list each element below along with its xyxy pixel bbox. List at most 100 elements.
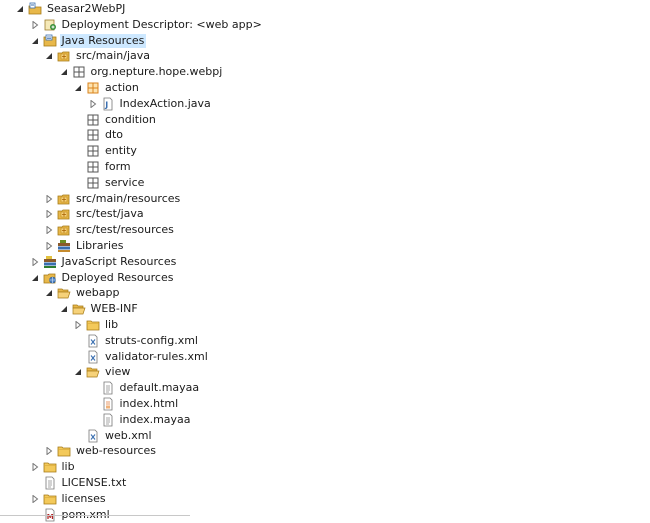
expand-arrow-icon[interactable] bbox=[72, 317, 84, 333]
tree-item-form[interactable]: form bbox=[72, 159, 133, 175]
tree-item-label: condition bbox=[105, 112, 156, 126]
tree-item-label: webapp bbox=[76, 286, 120, 300]
source-folder-icon bbox=[57, 207, 71, 221]
tree-item-label: src/test/resources bbox=[76, 223, 174, 237]
tree-item-label: web.xml bbox=[105, 428, 152, 442]
tree-item-src-test-java[interactable]: src/test/java bbox=[43, 206, 146, 222]
expand-arrow-icon[interactable] bbox=[43, 191, 55, 207]
folder-icon bbox=[86, 318, 100, 332]
tree-item-label: action bbox=[105, 81, 139, 94]
tree-item-label: index.mayaa bbox=[119, 412, 191, 426]
text-file-icon bbox=[43, 476, 57, 490]
tree-item-action[interactable]: action bbox=[72, 80, 141, 96]
package-icon bbox=[86, 113, 100, 127]
collapse-arrow-icon[interactable] bbox=[58, 301, 70, 317]
xml-file-icon bbox=[86, 350, 100, 364]
expand-arrow-icon[interactable] bbox=[29, 17, 41, 33]
tree-item-index-mayaa[interactable]: index.mayaa bbox=[87, 412, 193, 428]
descriptor-icon bbox=[43, 18, 57, 32]
tree-item-java-resources[interactable]: Java Resources bbox=[29, 33, 147, 49]
tree-item-label: service bbox=[105, 175, 145, 189]
expand-arrow-icon[interactable] bbox=[43, 206, 55, 222]
tree-item-label: lib bbox=[61, 460, 75, 474]
text-file-icon bbox=[101, 381, 115, 395]
tree-item-lib[interactable]: lib bbox=[72, 317, 120, 333]
tree-item-licenses[interactable]: licenses bbox=[29, 491, 108, 507]
xml-file-icon bbox=[86, 334, 100, 348]
source-folder-icon bbox=[57, 223, 71, 237]
expand-arrow-icon[interactable] bbox=[29, 254, 41, 270]
collapse-arrow-icon[interactable] bbox=[58, 64, 70, 80]
tree-item-src-main-java[interactable]: src/main/java bbox=[43, 48, 152, 64]
tree-item-libraries[interactable]: Libraries bbox=[43, 238, 126, 254]
tree-item-label: src/main/java bbox=[76, 49, 151, 63]
tree-item-condition[interactable]: condition bbox=[72, 112, 158, 128]
expand-arrow-icon[interactable] bbox=[87, 96, 99, 112]
collapse-arrow-icon[interactable] bbox=[43, 48, 55, 64]
source-folder-icon bbox=[57, 49, 71, 63]
package-icon bbox=[86, 160, 100, 174]
tree-item-entity[interactable]: entity bbox=[72, 143, 139, 159]
tree-item-label: JavaScript Resources bbox=[61, 254, 177, 268]
tree-item-web-resources[interactable]: web-resources bbox=[43, 443, 158, 459]
collapse-arrow-icon[interactable] bbox=[72, 80, 84, 96]
tree-item-view[interactable]: view bbox=[72, 364, 132, 380]
tree-item-index-html[interactable]: index.html bbox=[87, 396, 181, 412]
java-file-icon: J bbox=[101, 97, 115, 111]
collapse-arrow-icon[interactable] bbox=[29, 33, 41, 49]
folder-icon bbox=[57, 444, 71, 458]
tree-item-label: src/main/resources bbox=[76, 191, 181, 205]
collapse-arrow-icon[interactable] bbox=[72, 364, 84, 380]
tree-item-indexaction-java[interactable]: J IndexAction.java bbox=[87, 96, 213, 112]
tree-item-seasar2webpj[interactable]: Seasar2WebPJ bbox=[14, 1, 127, 17]
tree-item-struts-config-xml[interactable]: struts-config.xml bbox=[72, 333, 200, 349]
html-file-icon bbox=[101, 397, 115, 411]
tree-item-validator-rules-xml[interactable]: validator-rules.xml bbox=[72, 349, 210, 365]
libraries-icon bbox=[57, 239, 71, 253]
java-resources-icon bbox=[43, 34, 57, 48]
tree-item-label: licenses bbox=[61, 491, 106, 505]
tree-item-web-inf[interactable]: WEB-INF bbox=[58, 301, 140, 317]
tree-item-label: form bbox=[105, 160, 131, 173]
tree-item-lib[interactable]: lib bbox=[29, 459, 77, 475]
folder-open-icon bbox=[57, 286, 71, 300]
expand-arrow-icon[interactable] bbox=[43, 443, 55, 459]
tree-item-javascript-resources[interactable]: JavaScript Resources bbox=[29, 254, 179, 270]
tree-item-org-nepture-hope-webpj[interactable]: org.nepture.hope.webpj bbox=[58, 64, 225, 80]
package-icon bbox=[86, 144, 100, 158]
tree-item-label: org.nepture.hope.webpj bbox=[90, 65, 223, 79]
tree-item-label: IndexAction.java bbox=[119, 96, 211, 110]
tree-item-label: validator-rules.xml bbox=[105, 349, 208, 363]
tree-item-web-xml[interactable]: web.xml bbox=[72, 428, 154, 444]
tree-item-service[interactable]: service bbox=[72, 175, 146, 191]
tree-item-label: Seasar2WebPJ bbox=[47, 2, 126, 15]
collapse-arrow-icon[interactable] bbox=[29, 270, 41, 286]
tree-item-default-mayaa[interactable]: default.mayaa bbox=[87, 380, 202, 396]
collapse-arrow-icon[interactable] bbox=[14, 1, 26, 17]
tree-item-deployment-descriptor-web-app[interactable]: Deployment Descriptor: <web app> bbox=[29, 17, 264, 33]
expand-arrow-icon[interactable] bbox=[29, 459, 41, 475]
tree-item-deployed-resources[interactable]: Deployed Resources bbox=[29, 270, 176, 286]
expand-arrow-icon[interactable] bbox=[29, 491, 41, 507]
javascript-resources-icon bbox=[43, 255, 57, 269]
tree-item-label: src/test/java bbox=[76, 207, 144, 221]
tree-item-dto[interactable]: dto bbox=[72, 127, 125, 143]
tree-item-license-txt[interactable]: LICENSE.txt bbox=[29, 475, 129, 491]
tree-item-label: Deployment Descriptor: <web app> bbox=[61, 17, 262, 31]
tree-item-label: dto bbox=[105, 128, 124, 142]
tree-item-src-test-resources[interactable]: src/test/resources bbox=[43, 222, 176, 238]
package-orange-icon bbox=[86, 81, 100, 95]
tree-item-src-main-resources[interactable]: src/main/resources bbox=[43, 191, 182, 207]
expand-arrow-icon[interactable] bbox=[43, 222, 55, 238]
tree-item-webapp[interactable]: webapp bbox=[43, 285, 121, 301]
expand-arrow-icon[interactable] bbox=[43, 238, 55, 254]
tree-item-label: index.html bbox=[119, 397, 179, 410]
collapse-arrow-icon[interactable] bbox=[43, 285, 55, 301]
